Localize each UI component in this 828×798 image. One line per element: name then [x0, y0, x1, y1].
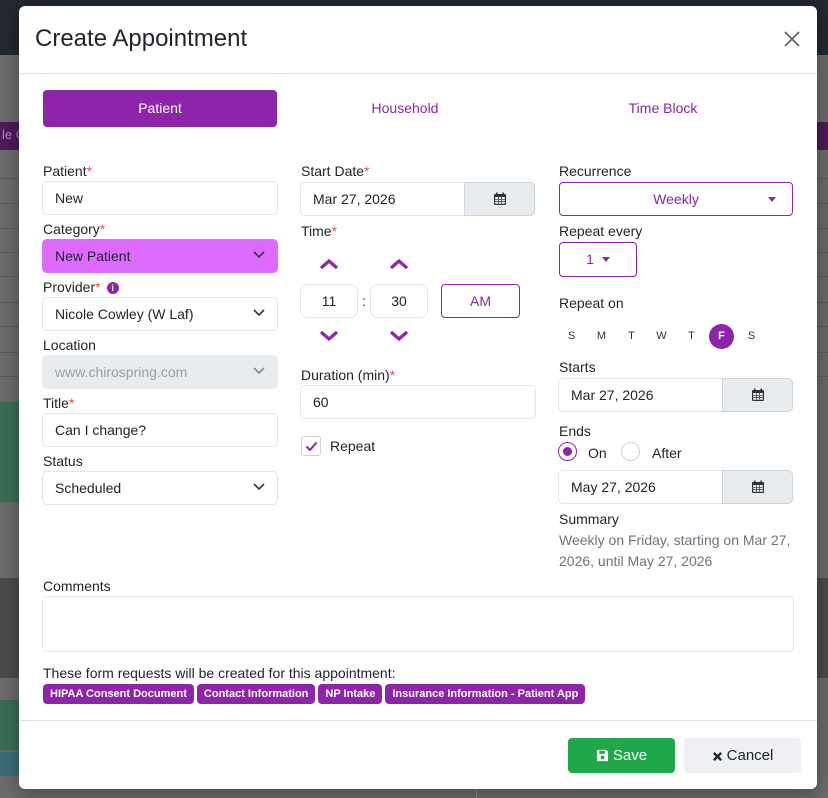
start-date-calendar-button[interactable] — [464, 182, 535, 216]
form-badge[interactable]: Insurance Information - Patient App — [385, 684, 586, 704]
status-label: Status — [43, 453, 83, 469]
form-badge[interactable]: Contact Information — [196, 684, 316, 704]
repeat-checkbox[interactable] — [301, 436, 321, 456]
ends-after-radio[interactable] — [621, 442, 640, 461]
category-select[interactable]: New Patient — [42, 239, 278, 273]
modal-header: Create Appointment — [19, 6, 817, 74]
calendar-icon — [493, 192, 506, 205]
day-toggle-thursday[interactable]: T — [679, 324, 704, 349]
ends-calendar-button[interactable] — [722, 470, 793, 504]
save-button[interactable]: Save — [568, 738, 675, 773]
tab-patient[interactable]: Patient — [43, 90, 277, 127]
status-value: Scheduled — [55, 480, 122, 496]
tab-household[interactable]: Household — [288, 90, 522, 127]
provider-select[interactable]: Nicole Cowley (W Laf) — [42, 297, 278, 331]
repeat-every-select[interactable]: 1 — [559, 242, 637, 277]
ends-on-radio[interactable] — [558, 442, 577, 461]
starts-label: Starts — [559, 359, 596, 375]
repeat-label: Repeat — [330, 438, 376, 454]
start-date-label: Start Date* — [301, 163, 370, 179]
location-value: www.chirospring.com — [55, 364, 188, 380]
form-badge[interactable]: NP Intake — [318, 684, 383, 704]
summary-label: Summary — [559, 511, 619, 527]
modal-footer-divider — [19, 720, 817, 721]
create-appointment-modal: Create Appointment Patient Household Tim… — [19, 6, 817, 789]
caret-down-icon — [601, 257, 610, 262]
day-toggle-tuesday[interactable]: T — [619, 324, 644, 349]
checkmark-icon — [305, 441, 318, 452]
location-label: Location — [43, 337, 96, 353]
chevron-down-icon — [253, 483, 265, 491]
day-toggle-sunday[interactable]: S — [559, 324, 584, 349]
cancel-button[interactable]: Cancel — [684, 738, 801, 773]
form-badge[interactable]: HIPAA Consent Document — [43, 684, 194, 704]
provider-label: Provider* i — [43, 279, 119, 295]
chevron-down-icon — [253, 309, 265, 317]
hour-down-icon[interactable] — [319, 330, 339, 342]
ends-label: Ends — [559, 423, 591, 439]
recurrence-select[interactable]: Weekly — [559, 182, 793, 216]
hour-up-icon[interactable] — [319, 258, 339, 270]
calendar-icon — [751, 480, 764, 493]
title-input[interactable]: Can I change? — [42, 413, 278, 447]
recurrence-value: Weekly — [653, 191, 699, 207]
info-icon[interactable]: i — [106, 282, 119, 294]
day-toggle-friday[interactable]: F — [709, 324, 734, 349]
comments-textarea[interactable] — [42, 596, 794, 652]
minute-input[interactable]: 30 — [370, 284, 428, 318]
repeat-on-label: Repeat on — [559, 295, 624, 311]
hour-input[interactable]: 11 — [300, 284, 358, 318]
status-select[interactable]: Scheduled — [42, 471, 278, 505]
forms-label: These form requests will be created for … — [43, 665, 396, 681]
starts-calendar-button[interactable] — [722, 378, 793, 412]
chevron-down-icon — [253, 367, 265, 375]
floppy-disk-icon — [596, 749, 608, 762]
minute-up-icon[interactable] — [389, 258, 409, 270]
title-label: Title* — [43, 395, 75, 411]
comments-label: Comments — [43, 578, 111, 594]
location-select: www.chirospring.com — [42, 355, 278, 389]
day-toggle-saturday[interactable]: S — [739, 324, 764, 349]
cancel-label: Cancel — [726, 747, 774, 764]
close-icon — [712, 751, 722, 762]
minute-down-icon[interactable] — [389, 330, 409, 342]
time-separator: : — [362, 293, 366, 309]
patient-label: Patient* — [43, 163, 93, 179]
form-requests-list: HIPAA Consent Document Contact Informatio… — [43, 684, 588, 704]
calendar-icon — [751, 388, 764, 401]
caret-down-icon — [768, 197, 776, 202]
category-label: Category* — [43, 221, 106, 237]
ampm-toggle-button[interactable]: AM — [441, 284, 520, 318]
background-event-block — [0, 752, 20, 776]
duration-label: Duration (min)* — [301, 367, 396, 383]
chevron-down-icon — [253, 251, 265, 259]
summary-text: Weekly on Friday, starting on Mar 27, 20… — [559, 532, 791, 569]
start-date-input[interactable]: Mar 27, 2026 — [300, 182, 466, 216]
background-event-block — [0, 700, 20, 750]
ends-on-label: On — [588, 445, 607, 461]
patient-input[interactable]: New — [42, 181, 278, 215]
repeat-every-value: 1 — [586, 251, 594, 267]
duration-input[interactable]: 60 — [300, 385, 536, 419]
close-icon[interactable] — [779, 26, 805, 52]
starts-date-input[interactable]: Mar 27, 2026 — [558, 378, 724, 412]
day-toggle-monday[interactable]: M — [589, 324, 614, 349]
time-label: Time* — [301, 223, 338, 239]
tab-time-block[interactable]: Time Block — [546, 90, 780, 127]
ends-after-label: After — [652, 445, 682, 461]
save-label: Save — [612, 747, 648, 764]
repeat-every-label: Repeat every — [559, 223, 643, 239]
day-toggle-wednesday[interactable]: W — [649, 324, 674, 349]
background-event-block — [0, 402, 20, 502]
provider-value: Nicole Cowley (W Laf) — [55, 306, 194, 322]
recurrence-label: Recurrence — [559, 163, 632, 179]
category-value: New Patient — [55, 248, 131, 264]
ends-date-input[interactable]: May 27, 2026 — [558, 470, 724, 504]
modal-title: Create Appointment — [35, 25, 248, 52]
